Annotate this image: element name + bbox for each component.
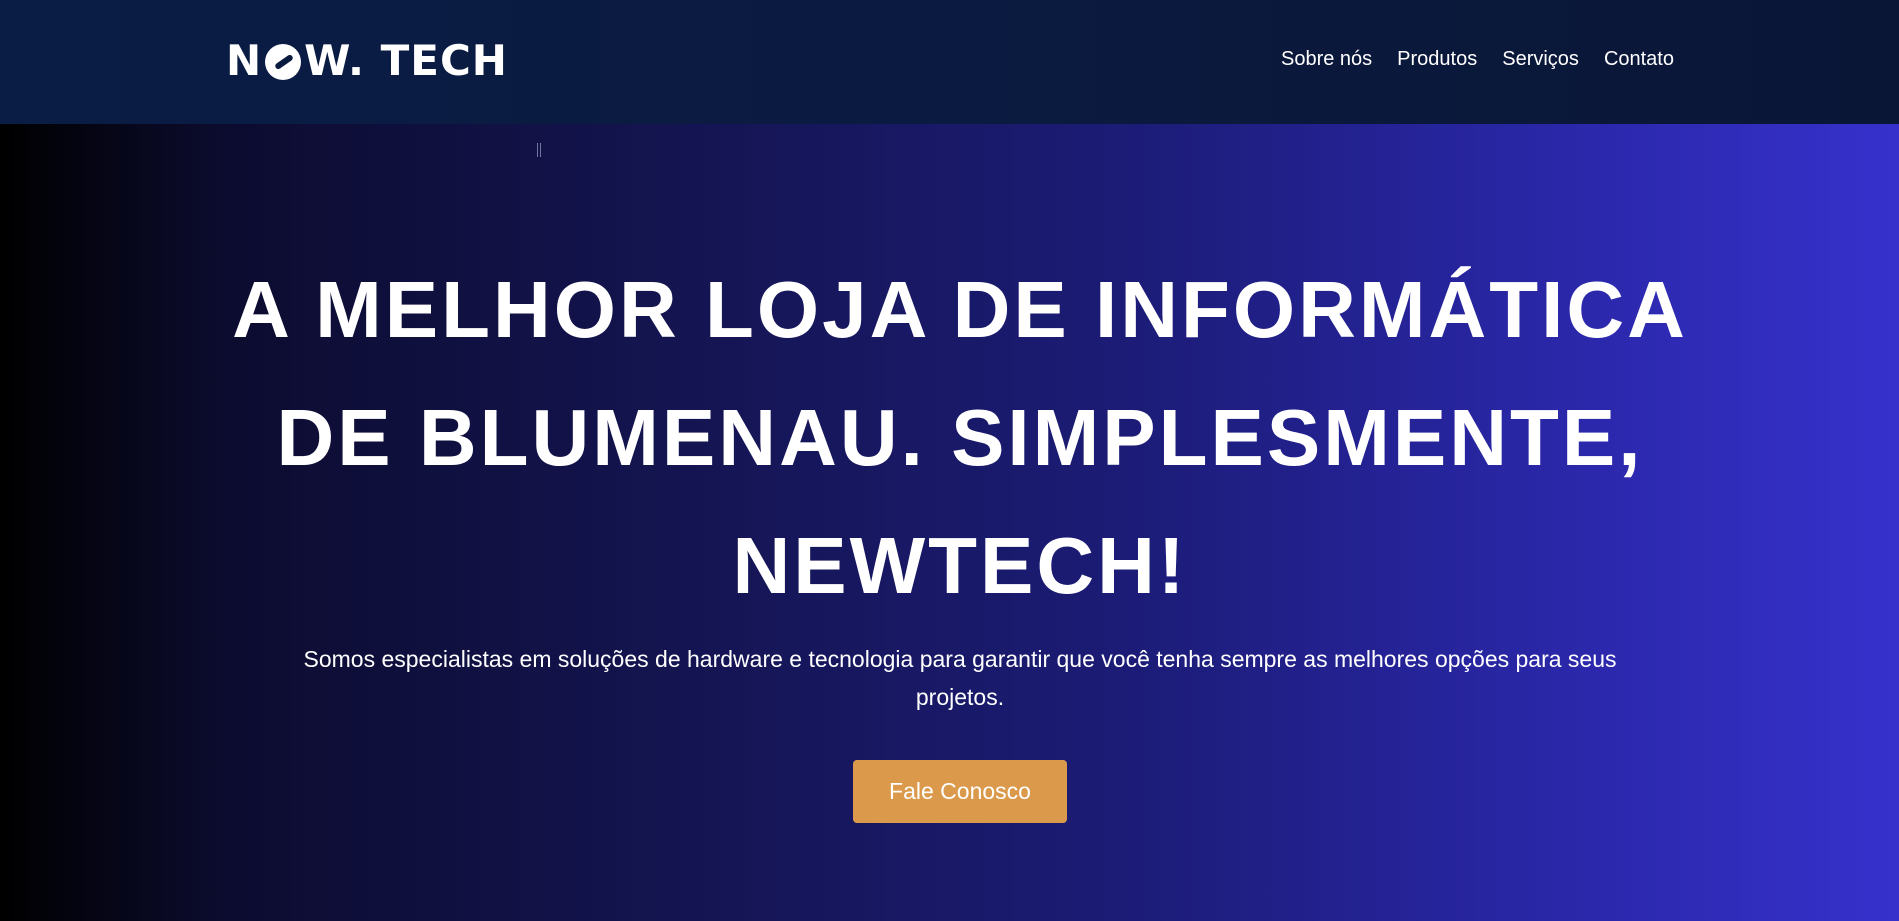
logo-text-start: N xyxy=(226,35,263,85)
logo-text-end: W. TECH xyxy=(304,35,508,85)
hero-title: A MELHOR LOJA DE INFORMÁTICA DE BLUMENAU… xyxy=(232,265,1688,610)
text-cursor-icon xyxy=(537,143,541,157)
site-logo[interactable]: N W. TECH xyxy=(226,30,508,90)
logo-e-icon xyxy=(265,44,302,80)
nav-link-servicos[interactable]: Serviços xyxy=(1502,48,1579,71)
nav-link-sobre-nos[interactable]: Sobre nós xyxy=(1281,48,1372,71)
contact-us-button[interactable]: Fale Conosco xyxy=(853,760,1067,823)
nav-link-contato[interactable]: Contato xyxy=(1604,48,1674,71)
hero-subtitle: Somos especialistas em soluções de hardw… xyxy=(303,646,1617,710)
site-header: N W. TECH Sobre nós Produtos Serviços Co… xyxy=(0,0,1899,124)
nav-link-produtos[interactable]: Produtos xyxy=(1397,48,1477,71)
main-nav: Sobre nós Produtos Serviços Contato xyxy=(1281,48,1674,71)
hero-section: A MELHOR LOJA DE INFORMÁTICA DE BLUMENAU… xyxy=(0,124,1899,921)
